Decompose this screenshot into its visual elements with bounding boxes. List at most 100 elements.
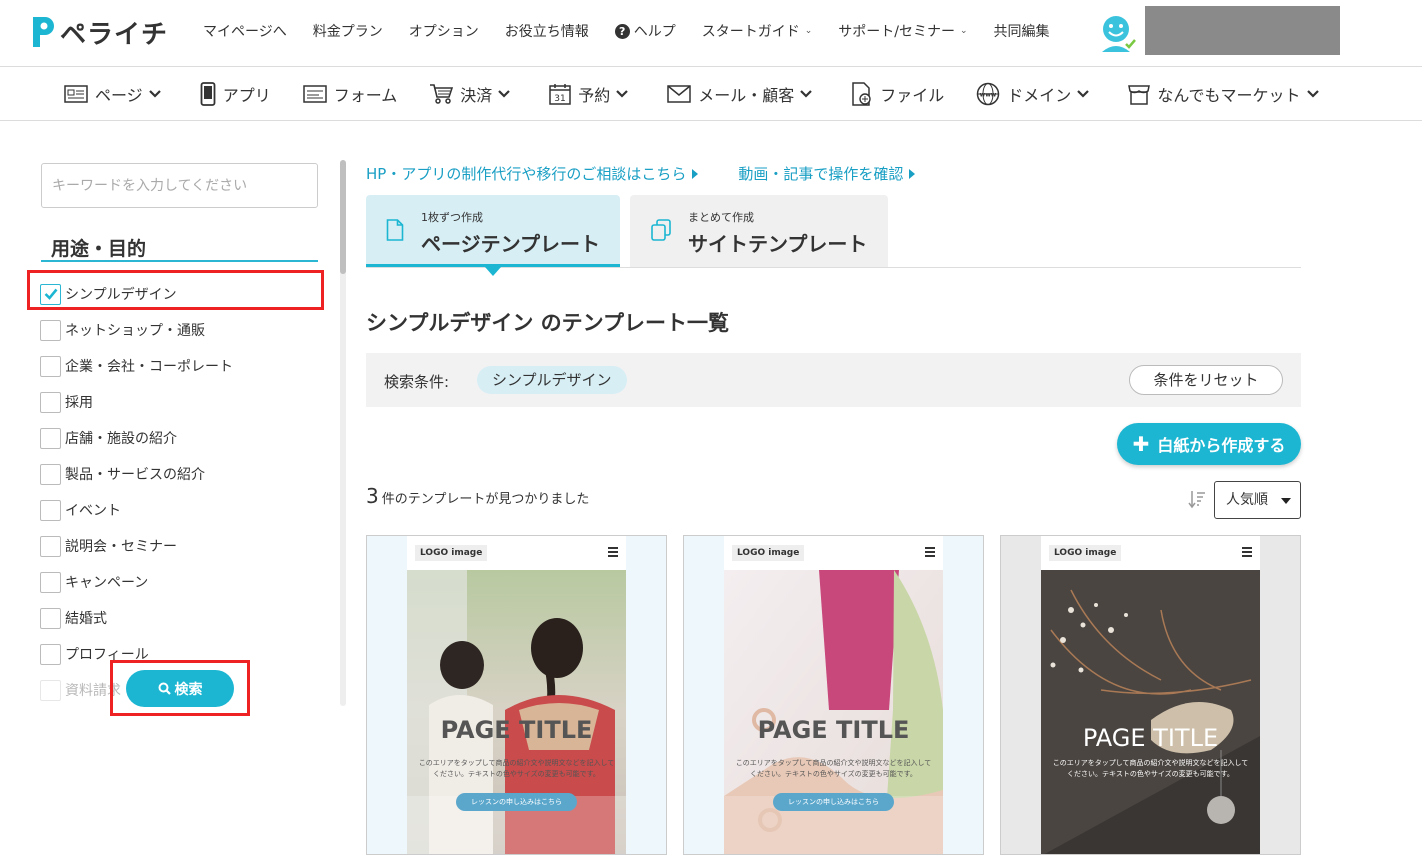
subnav-app[interactable]: アプリ [200, 81, 271, 106]
top-nav-label: サポート/セミナー [838, 24, 955, 40]
subnav-market[interactable]: なんでもマーケット [1128, 82, 1325, 106]
template-card[interactable]: LOGO image PAGE TITLE このエリアをタップして商品の紹介文や… [683, 535, 984, 855]
subnav-label: フォーム [333, 85, 398, 105]
tab-title: サイトテンプレート [688, 232, 868, 256]
checkbox[interactable] [40, 499, 61, 521]
top-nav-support[interactable]: サポート/セミナー ⌄ [838, 21, 967, 41]
checkbox[interactable] [40, 571, 61, 593]
tab-site-template[interactable]: まとめて作成 サイトテンプレート [630, 195, 888, 267]
subnav-form[interactable]: フォーム [302, 82, 398, 106]
category-label: 企業・会社・コーポレート [65, 359, 233, 375]
dried-flowers-photo [1041, 570, 1260, 854]
link-label: HP・アプリの制作代行や移行のご相談はこちら [366, 165, 687, 183]
template-preview: LOGO image PAGE TITLE このエリアをタップして商品の紹介文や… [1041, 536, 1260, 854]
copy-icon [651, 219, 671, 241]
checkbox[interactable] [40, 463, 61, 485]
top-nav-start-guide[interactable]: スタートガイド ⌄ [702, 21, 813, 41]
category-store[interactable]: 店舗・施設の紹介 [40, 420, 320, 456]
subnav-payment[interactable]: 決済 [429, 82, 517, 106]
template-card[interactable]: LOGO image PAGE TITLE このエリアをタップして商品の紹介文や… [1000, 535, 1301, 855]
top-nav-label: 共同編集 [993, 24, 1050, 40]
top-nav-label: ヘルプ [633, 24, 676, 40]
category-list: シンプルデザイン ネットショップ・通販 企業・会社・コーポレート 採用 店舗・施… [40, 276, 320, 708]
checkbox[interactable] [40, 679, 61, 701]
page-title: シンプルデザイン のテンプレート一覧 [366, 311, 730, 335]
tab-page-template[interactable]: 1枚ずつ作成 ページテンプレート [366, 195, 620, 267]
sidebar-scrollbar-thumb[interactable] [340, 160, 346, 274]
search-button[interactable]: 検索 [126, 670, 234, 707]
reset-condition-button[interactable]: 条件をリセット [1129, 365, 1283, 395]
chevron-down-icon [1306, 89, 1319, 98]
keyword-search-input[interactable] [41, 163, 318, 208]
user-avatar-icon[interactable] [1096, 12, 1140, 52]
top-nav-collab[interactable]: 共同編集 [994, 21, 1050, 41]
preview-header: LOGO image [724, 536, 943, 570]
checkbox[interactable] [40, 643, 61, 665]
condition-chip[interactable]: シンプルデザイン [477, 366, 627, 394]
category-event[interactable]: イベント [40, 492, 320, 528]
top-nav-label: お役立ち情報 [504, 24, 589, 40]
top-nav-mypage[interactable]: マイページへ [203, 21, 287, 41]
category-wedding[interactable]: 結婚式 [40, 600, 320, 636]
top-nav-label: マイページへ [203, 24, 287, 40]
condition-label: 検索条件: [384, 373, 450, 391]
active-tab-indicator [485, 267, 501, 276]
category-label: 採用 [65, 395, 93, 411]
brand-logo[interactable]: ペライチ [30, 14, 168, 50]
subnav-file[interactable]: ファイル [851, 81, 945, 106]
tab-divider [366, 267, 1301, 268]
preview-header: LOGO image [407, 536, 626, 570]
category-campaign[interactable]: キャンペーン [40, 564, 320, 600]
globe-icon: www [977, 82, 1000, 105]
result-count-number: 3 [366, 484, 379, 508]
subnav-label: 予約 [578, 85, 611, 105]
template-card[interactable]: LOGO image PAGE TITLE このエリアをタップして商品の紹介文や… [366, 535, 667, 855]
sort-icon [1188, 491, 1205, 509]
page-icon [64, 84, 88, 103]
top-nav-help[interactable]: ? ヘルプ [614, 21, 676, 41]
subnav-label: ファイル [880, 85, 945, 105]
checkbox[interactable] [40, 607, 61, 629]
subnav-label: 決済 [460, 85, 493, 105]
top-nav-label: オプション [408, 24, 479, 40]
category-recruit[interactable]: 採用 [40, 384, 320, 420]
top-nav-useful-info[interactable]: お役立ち情報 [505, 21, 589, 41]
caret-down-icon [1281, 498, 1291, 504]
category-corporate[interactable]: 企業・会社・コーポレート [40, 348, 320, 384]
category-seminar[interactable]: 説明会・セミナー [40, 528, 320, 564]
tab-subtitle: 1枚ずつ作成 [421, 211, 483, 224]
meditation-photo [724, 570, 943, 854]
subnav-label: アプリ [222, 85, 271, 105]
checkbox[interactable] [40, 355, 61, 377]
subnav-domain[interactable]: www ドメイン [976, 82, 1096, 106]
sort-select[interactable]: 人気順 [1214, 481, 1301, 519]
top-nav-options[interactable]: オプション [409, 21, 479, 41]
tab-title: ページテンプレート [421, 232, 600, 256]
subnav-reservation[interactable]: 31 予約 [549, 82, 635, 106]
feature-nav: ページ アプリ フォーム 決済 31 予約 メール・顧客 ファイル www ドメ… [0, 67, 1422, 121]
logo-placeholder: LOGO image [415, 545, 488, 561]
subnav-mail[interactable]: メール・顧客 [667, 82, 819, 106]
tutorial-link[interactable]: 動画・記事で操作を確認 [738, 163, 916, 184]
checkbox[interactable] [40, 535, 61, 557]
checkbox[interactable] [40, 319, 61, 341]
checkbox[interactable] [40, 391, 61, 413]
create-blank-label: 白紙から作成する [1157, 436, 1286, 455]
user-account-box[interactable] [1145, 6, 1340, 55]
chevron-down-icon [616, 89, 629, 98]
category-netshop[interactable]: ネットショップ・通販 [40, 312, 320, 348]
help-links: HP・アプリの制作代行や移行のご相談はこちら 動画・記事で操作を確認 [366, 163, 955, 184]
consult-link[interactable]: HP・アプリの制作代行や移行のご相談はこちら [366, 163, 699, 184]
brand-name: ペライチ [60, 19, 169, 50]
top-nav-pricing[interactable]: 料金プラン [313, 21, 383, 41]
document-icon [386, 219, 404, 241]
search-condition-bar: 検索条件: シンプルデザイン 条件をリセット [366, 353, 1301, 407]
checkbox[interactable] [40, 427, 61, 449]
create-blank-button[interactable]: ✚ 白紙から作成する [1117, 423, 1301, 465]
top-header: ペライチ マイページへ 料金プラン オプション お役立ち情報 ? ヘルプ スタート… [0, 0, 1422, 67]
preview-description: このエリアをタップして商品の紹介文や説明文などを記入してください。テキストの色や… [735, 759, 932, 778]
category-label: 店舗・施設の紹介 [65, 431, 177, 447]
subnav-page[interactable]: ページ [64, 82, 168, 106]
subnav-label: ページ [95, 85, 143, 105]
category-product[interactable]: 製品・サービスの紹介 [40, 456, 320, 492]
